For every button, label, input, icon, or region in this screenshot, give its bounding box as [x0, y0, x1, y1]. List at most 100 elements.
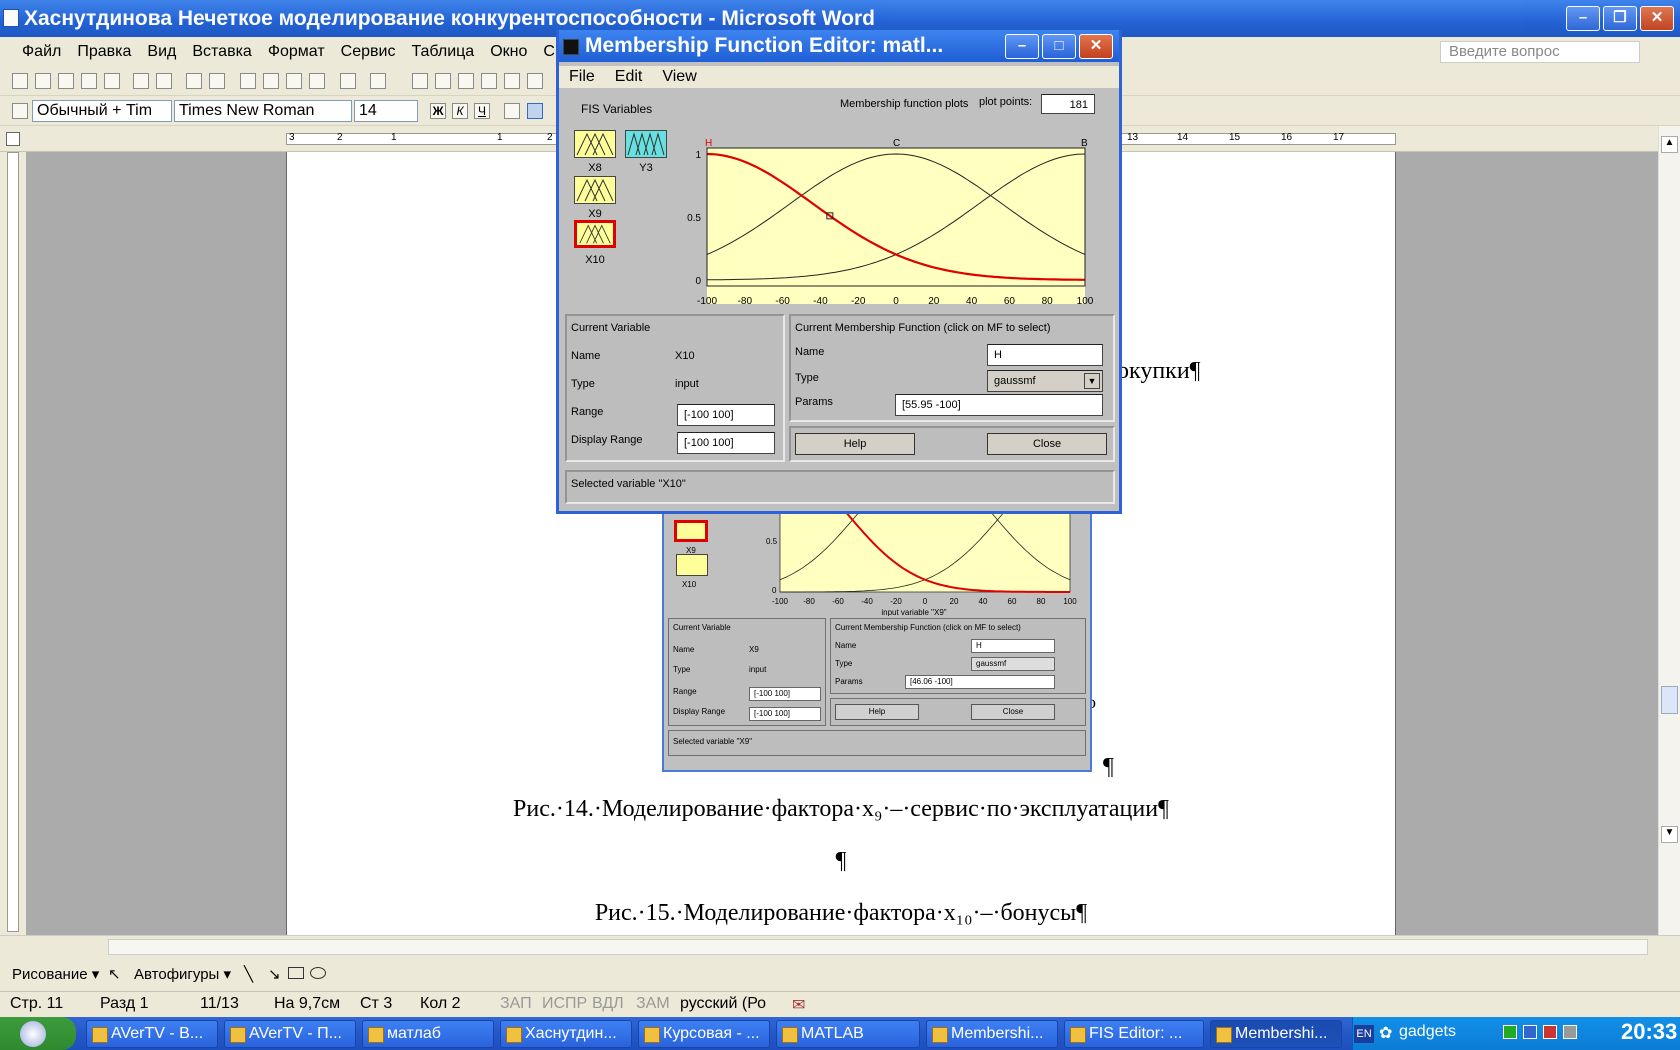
close-button[interactable]: Close	[971, 704, 1055, 720]
var-y3-icon[interactable]	[625, 130, 667, 158]
taskbar-item[interactable]: Курсовая - ...	[638, 1020, 770, 1048]
taskbar-item[interactable]: AVerTV - B...	[86, 1020, 218, 1048]
menu-insert[interactable]: Вставка	[184, 43, 259, 61]
menu-format[interactable]: Формат	[260, 43, 333, 61]
var-x10-icon-selected[interactable]	[574, 220, 616, 248]
display-range-input[interactable]: [-100 100]	[677, 432, 775, 454]
styles-icon[interactable]	[12, 103, 28, 119]
mf-label-h[interactable]: H	[705, 138, 712, 149]
mfe-menu-view[interactable]: View	[662, 66, 696, 88]
print-preview-icon[interactable]	[156, 73, 172, 89]
rectangle-icon[interactable]	[288, 967, 304, 979]
bold-button[interactable]: Ж	[430, 103, 446, 119]
align-center-icon[interactable]	[527, 103, 543, 119]
scroll-up-button[interactable]: ▲	[1661, 136, 1678, 153]
params-input[interactable]: [46.06 -100]	[905, 675, 1055, 689]
italic-button[interactable]: К	[452, 103, 468, 119]
tray-app-icon[interactable]	[1503, 1025, 1517, 1039]
cut-icon[interactable]	[240, 73, 256, 89]
display-range-input[interactable]: [-100 100]	[749, 707, 821, 721]
gadgets-label[interactable]: gadgets	[1399, 1023, 1456, 1041]
permission-icon[interactable]	[81, 73, 97, 89]
line-icon[interactable]: ╲	[244, 965, 253, 983]
oval-icon[interactable]	[310, 967, 326, 979]
taskbar-item[interactable]: AVerTV - П...	[224, 1020, 356, 1048]
insert-excel-icon[interactable]	[481, 73, 497, 89]
print-icon[interactable]	[133, 73, 149, 89]
start-button[interactable]	[0, 1017, 76, 1050]
taskbar-item[interactable]: матлаб	[362, 1020, 494, 1048]
arrow-icon[interactable]: ↘	[268, 965, 281, 983]
drawing-menu[interactable]: Рисование ▾	[12, 965, 99, 983]
language-indicator[interactable]: EN	[1354, 1025, 1374, 1043]
save-icon[interactable]	[58, 73, 74, 89]
var-x8-icon[interactable]	[574, 130, 616, 158]
mfe-menu-file[interactable]: File	[569, 66, 595, 88]
minimize-button[interactable]: –	[1566, 6, 1600, 31]
horizontal-scrollbar[interactable]	[0, 935, 1680, 957]
copy-icon[interactable]	[263, 73, 279, 89]
embedded-figure[interactable]: X9 X10 0.5 0 -100 -80 -60 -40 -20 0 20 40 60 80 10…	[662, 480, 1092, 772]
scroll-thumb[interactable]	[1661, 686, 1678, 714]
style-combo[interactable]: Обычный + Tim	[32, 100, 172, 122]
restore-button[interactable]: ❐	[1603, 6, 1637, 31]
hyperlink-icon[interactable]	[412, 73, 428, 89]
mf-name-input[interactable]: H	[987, 344, 1103, 366]
taskbar-item[interactable]: Membershi...	[926, 1020, 1058, 1048]
redo-icon[interactable]	[370, 73, 386, 89]
menu-edit[interactable]: Правка	[69, 43, 139, 61]
status-ext[interactable]: ВДЛ	[592, 995, 624, 1013]
taskbar-item[interactable]: MATLAB	[776, 1020, 920, 1048]
tray-flag-icon[interactable]	[1543, 1025, 1557, 1039]
mfe-maximize-button[interactable]: □	[1042, 34, 1076, 59]
columns-icon[interactable]	[504, 73, 520, 89]
underline-button[interactable]: Ч	[474, 103, 490, 119]
paste-icon[interactable]	[286, 73, 302, 89]
research-icon[interactable]	[209, 73, 225, 89]
mf-label-b[interactable]: B	[1081, 138, 1088, 149]
vertical-scrollbar[interactable]: ▲ ▼	[1658, 126, 1680, 935]
spelling-icon[interactable]	[186, 73, 202, 89]
menu-tools[interactable]: Сервис	[333, 43, 404, 61]
close-button[interactable]: ✕	[1640, 6, 1674, 31]
menu-view[interactable]: Вид	[139, 43, 184, 61]
mfe-menu-edit[interactable]: Edit	[615, 66, 643, 88]
gadgets-icon[interactable]: ✿	[1379, 1023, 1392, 1043]
tray-network-icon[interactable]	[1523, 1025, 1537, 1039]
menu-table[interactable]: Таблица	[403, 43, 482, 61]
mfe-minimize-button[interactable]: –	[1005, 34, 1039, 59]
tray-volume-icon[interactable]	[1563, 1025, 1577, 1039]
tables-borders-icon[interactable]	[435, 73, 451, 89]
font-size-combo[interactable]: 14	[354, 100, 418, 122]
align-left-icon[interactable]	[504, 103, 520, 119]
new-icon[interactable]	[12, 73, 28, 89]
ask-question-input[interactable]: Введите вопрос	[1440, 41, 1640, 63]
help-button[interactable]: Help	[795, 433, 915, 455]
taskbar-item[interactable]: Хаснутдин...	[500, 1020, 632, 1048]
status-ovr[interactable]: ЗАМ	[636, 995, 670, 1013]
mfe-close-button[interactable]: ✕	[1079, 34, 1113, 59]
range-input[interactable]: [-100 100]	[677, 404, 775, 426]
font-combo[interactable]: Times New Roman	[174, 100, 352, 122]
matlab-icon[interactable]	[563, 39, 579, 55]
status-rec[interactable]: ЗАП	[500, 995, 532, 1013]
vertical-ruler[interactable]	[0, 152, 26, 935]
cursor-icon[interactable]: ↖	[108, 965, 121, 983]
mf-type-select[interactable]: gaussmf	[971, 657, 1055, 671]
taskbar-item-active[interactable]: Membershi...	[1210, 1020, 1342, 1048]
menu-window[interactable]: Окно	[482, 43, 535, 61]
clock[interactable]: 20:33	[1621, 1019, 1677, 1045]
open-icon[interactable]	[35, 73, 51, 89]
mf-label-c[interactable]: C	[893, 138, 900, 149]
status-trk[interactable]: ИСПР	[542, 995, 587, 1013]
plot-points-input[interactable]: 181	[1041, 94, 1095, 114]
var-x9-icon[interactable]	[574, 176, 616, 204]
word-app-icon[interactable]	[3, 9, 19, 27]
params-input[interactable]: [55.95 -100]	[895, 394, 1103, 416]
scroll-down-button[interactable]: ▼	[1661, 826, 1678, 843]
autoshapes-menu[interactable]: Автофигуры ▾	[134, 965, 231, 983]
mf-type-select[interactable]: gaussmf ▼	[987, 370, 1103, 392]
undo-icon[interactable]	[340, 73, 356, 89]
email-icon[interactable]	[104, 73, 120, 89]
menu-file[interactable]: Файл	[14, 43, 69, 61]
